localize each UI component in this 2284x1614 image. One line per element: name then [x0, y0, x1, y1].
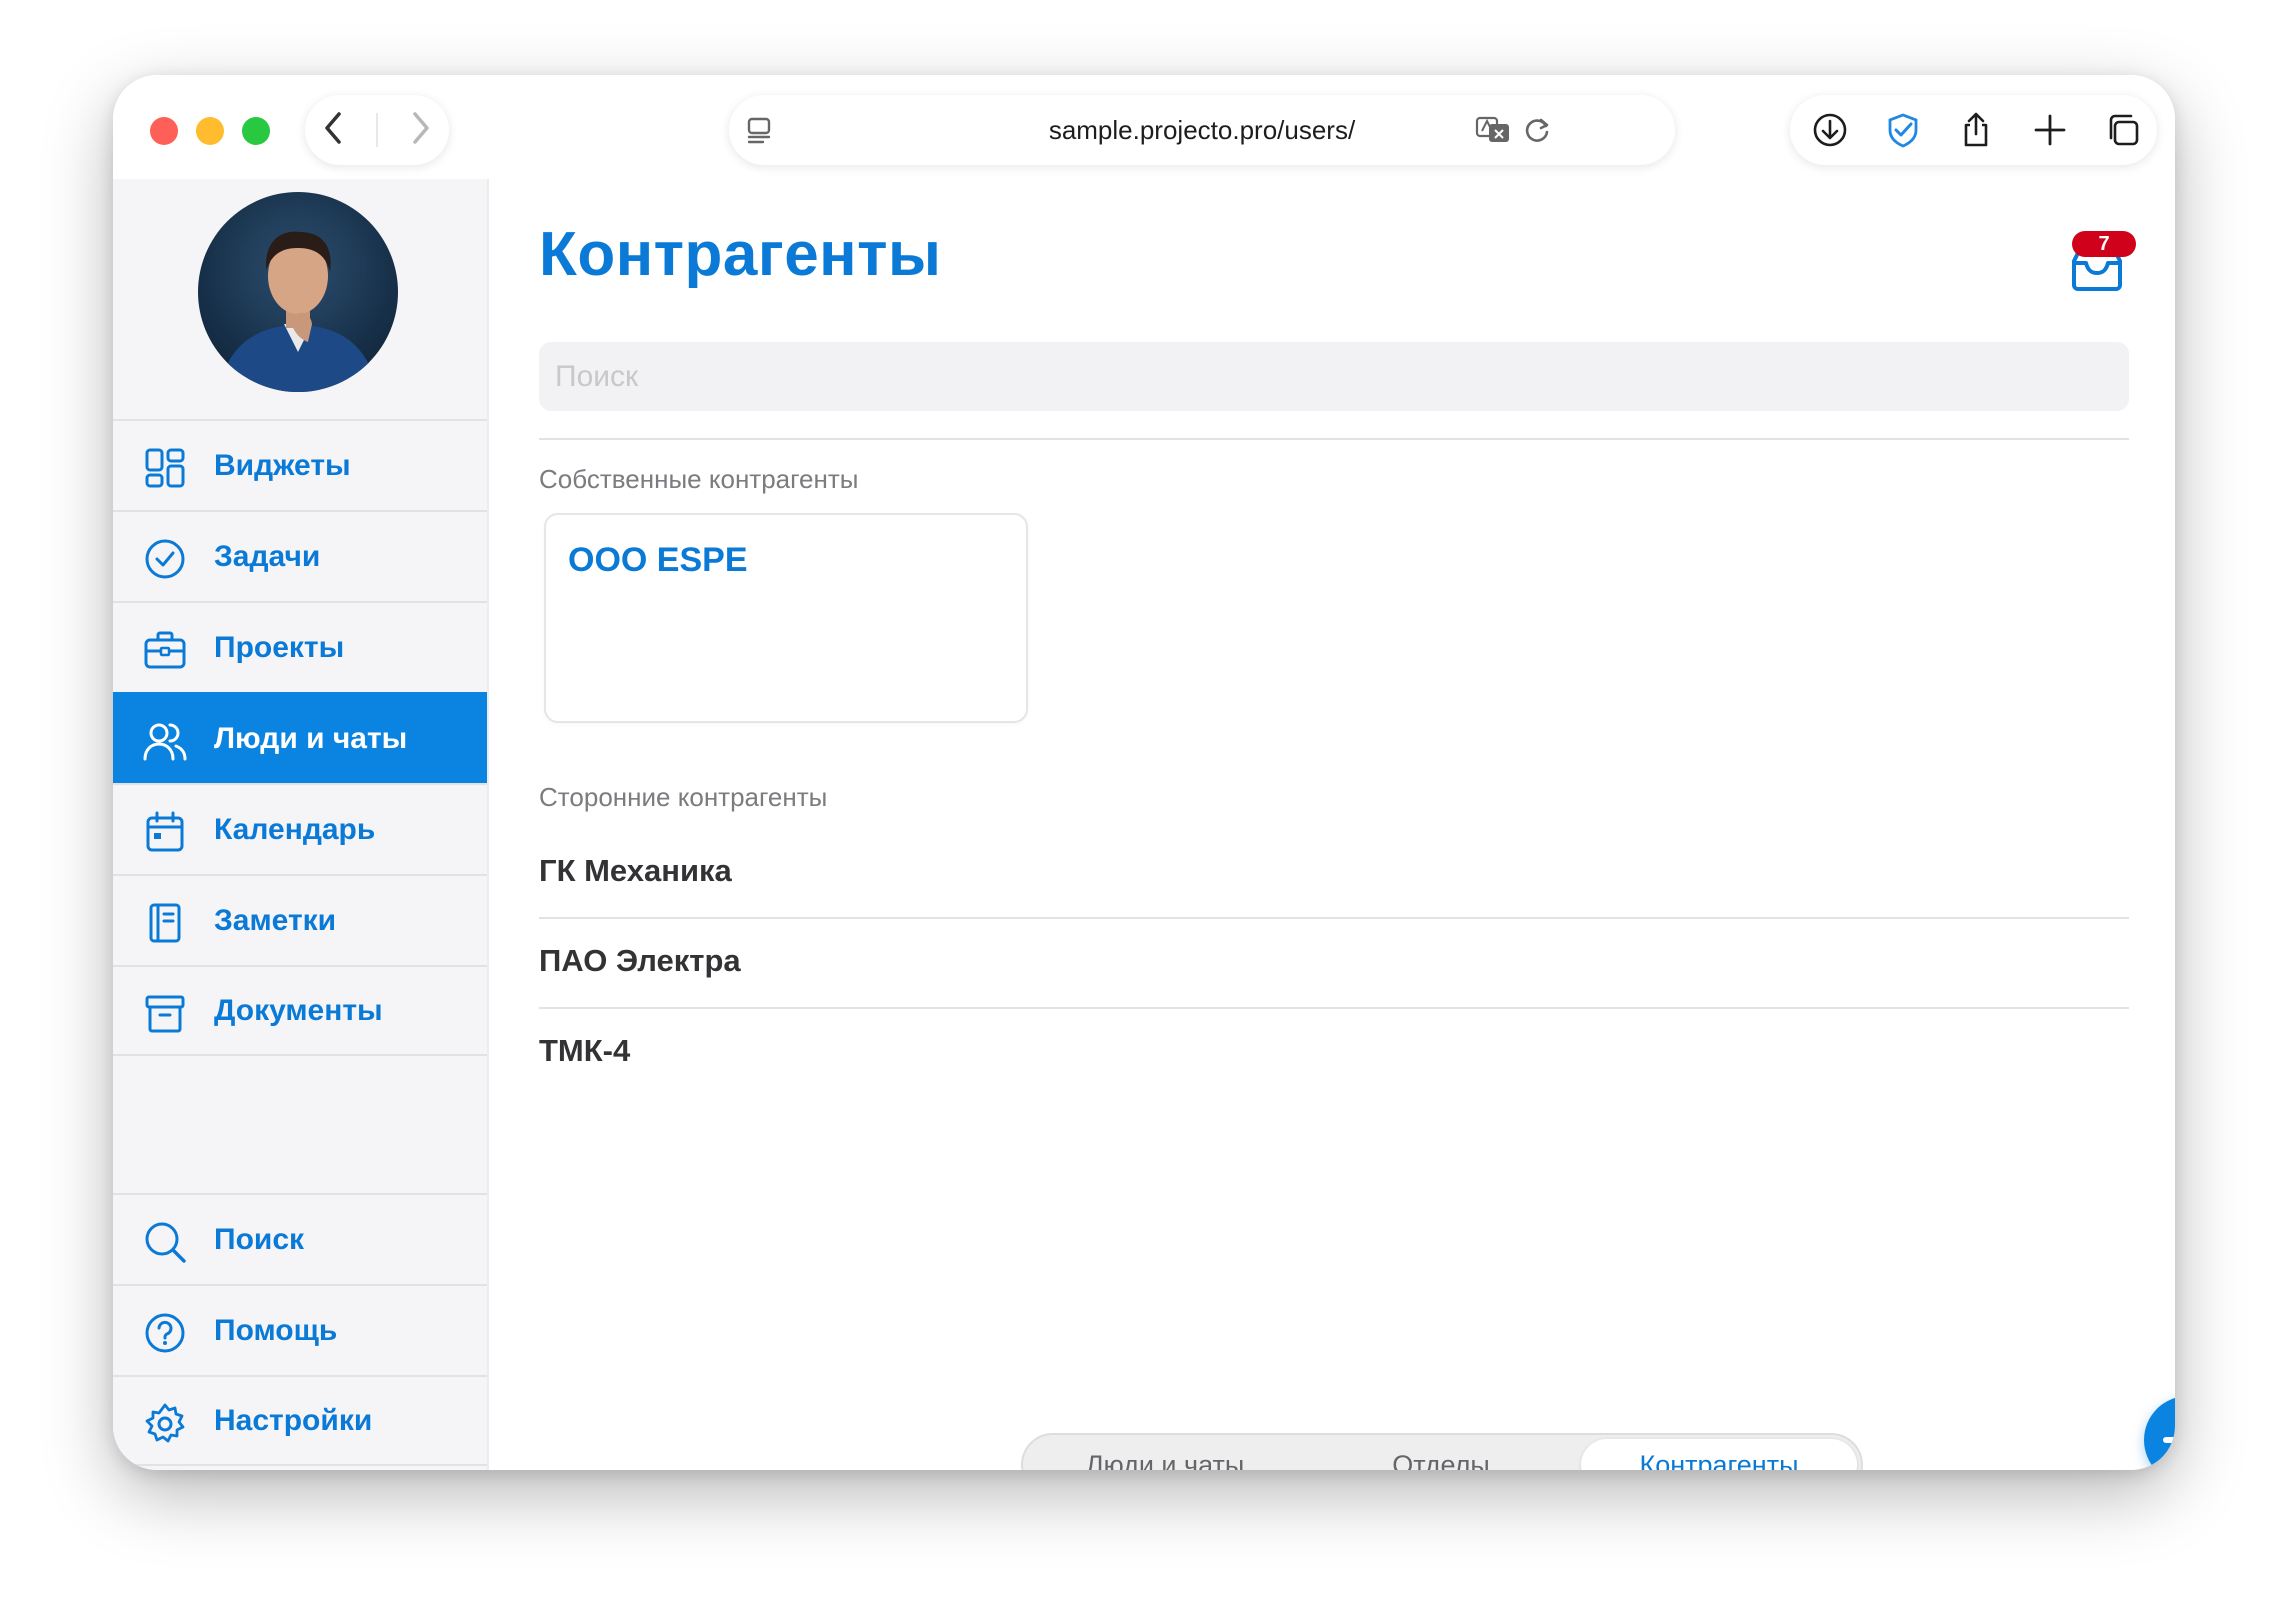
sidebar-item-projects[interactable]: Проекты — [113, 601, 487, 692]
sidebar: Виджеты Задачи Проекты Люди и чаты Кален… — [113, 179, 489, 1470]
tab-overview-button[interactable] — [2103, 110, 2143, 155]
contractor-card-title: ООО ESPE — [568, 541, 748, 579]
sidebar-item-documents[interactable]: Документы — [113, 965, 487, 1056]
chevron-right-icon — [413, 111, 430, 144]
tab-people-chats[interactable]: Люди и чаты — [1027, 1439, 1303, 1470]
navigation-buttons — [305, 95, 449, 165]
sidebar-item-label: Настройки — [214, 1403, 373, 1437]
tabs-icon — [2109, 114, 2139, 146]
check-circle-icon — [145, 539, 185, 579]
sidebar-item-label: Помощь — [214, 1313, 338, 1347]
sidebar-item-label: Проекты — [214, 630, 345, 664]
sidebar-item-help[interactable]: Помощь — [113, 1284, 487, 1375]
sidebar-item-label: Документы — [214, 993, 383, 1027]
list-item[interactable]: ПАО Электра — [539, 919, 2129, 1009]
download-icon — [1813, 113, 1847, 147]
list-item[interactable]: ТМК-4 — [539, 1009, 2129, 1099]
secondary-menu: Поиск Помощь Настройки — [113, 1193, 487, 1466]
main-content: Контрагенты 7 Собственные контрагенты ОО… — [489, 179, 2175, 1470]
page-title: Контрагенты — [539, 220, 942, 289]
minimize-window-button[interactable] — [196, 117, 224, 145]
main-menu: Виджеты Задачи Проекты Люди и чаты Кален… — [113, 419, 487, 1056]
help-icon — [145, 1313, 185, 1353]
contractor-card[interactable]: ООО ESPE — [544, 513, 1028, 723]
external-contractors-list: ГК Механика ПАО Электра ТМК-4 — [539, 829, 2129, 1099]
list-item[interactable]: ГК Механика — [539, 829, 2129, 919]
inbox-badge: 7 — [2072, 231, 2136, 257]
archive-icon — [145, 995, 185, 1033]
close-window-button[interactable] — [150, 117, 178, 145]
people-icon — [143, 723, 187, 761]
search-input[interactable] — [539, 342, 2129, 411]
sidebar-item-label: Заметки — [214, 903, 337, 937]
list-item-label: ТМК-4 — [539, 1033, 631, 1068]
downloads-button[interactable] — [1810, 110, 1850, 155]
browser-window: sample.projecto.pro/users/ Виджеты Задач… — [113, 75, 2175, 1470]
share-button[interactable] — [1956, 110, 1996, 155]
plus-icon — [2163, 1437, 2175, 1443]
avatar[interactable] — [198, 192, 398, 392]
segmented-control: Люди и чаты Отделы Контрагенты — [1021, 1433, 1863, 1470]
sidebar-item-people-chats[interactable]: Люди и чаты — [113, 692, 487, 783]
sidebar-item-notes[interactable]: Заметки — [113, 874, 487, 965]
new-tab-button[interactable] — [2030, 110, 2070, 155]
search-icon — [145, 1222, 186, 1263]
reload-icon — [1525, 118, 1549, 142]
sidebar-item-label: Поиск — [214, 1222, 305, 1256]
share-icon — [1964, 112, 1988, 147]
plus-icon — [2034, 114, 2066, 146]
shield-check-icon — [1888, 113, 1918, 148]
translate-button[interactable] — [1474, 112, 1514, 153]
sidebar-item-label: Календарь — [214, 812, 376, 846]
nav-separator — [375, 113, 378, 147]
sidebar-item-widgets[interactable]: Виджеты — [113, 419, 487, 510]
browser-tools — [1790, 95, 2157, 165]
extension-button[interactable] — [1883, 110, 1923, 155]
translate-icon — [1475, 116, 1509, 142]
window-controls — [150, 117, 270, 145]
add-contractor-button[interactable] — [2144, 1396, 2175, 1470]
gear-icon — [145, 1403, 185, 1443]
sidebar-item-search[interactable]: Поиск — [113, 1193, 487, 1284]
back-button[interactable] — [319, 110, 349, 151]
sidebar-item-tasks[interactable]: Задачи — [113, 510, 487, 601]
divider — [539, 438, 2129, 440]
zoom-window-button[interactable] — [242, 117, 270, 145]
user-photo-icon — [218, 231, 378, 392]
address-bar[interactable]: sample.projecto.pro/users/ — [729, 95, 1675, 165]
tab-contractors[interactable]: Контрагенты — [1581, 1439, 1857, 1470]
browser-toolbar: sample.projecto.pro/users/ — [113, 75, 2175, 179]
external-contractors-title: Сторонние контрагенты — [539, 782, 828, 812]
notebook-icon — [149, 903, 181, 943]
sidebar-item-label: Виджеты — [214, 448, 351, 482]
list-item-label: ГК Механика — [539, 853, 732, 888]
own-contractors-title: Собственные контрагенты — [539, 464, 859, 494]
sidebar-item-label: Задачи — [214, 539, 321, 573]
briefcase-icon — [144, 631, 186, 669]
sidebar-item-settings[interactable]: Настройки — [113, 1375, 487, 1466]
sidebar-item-calendar[interactable]: Календарь — [113, 783, 487, 874]
calendar-icon — [146, 811, 184, 852]
list-item-label: ПАО Электра — [539, 943, 741, 978]
chevron-left-icon — [324, 111, 341, 144]
forward-button[interactable] — [405, 110, 435, 151]
widgets-icon — [145, 448, 185, 488]
tab-departments[interactable]: Отделы — [1303, 1439, 1579, 1470]
reload-button[interactable] — [1519, 112, 1555, 153]
sidebar-item-label: Люди и чаты — [214, 721, 408, 755]
